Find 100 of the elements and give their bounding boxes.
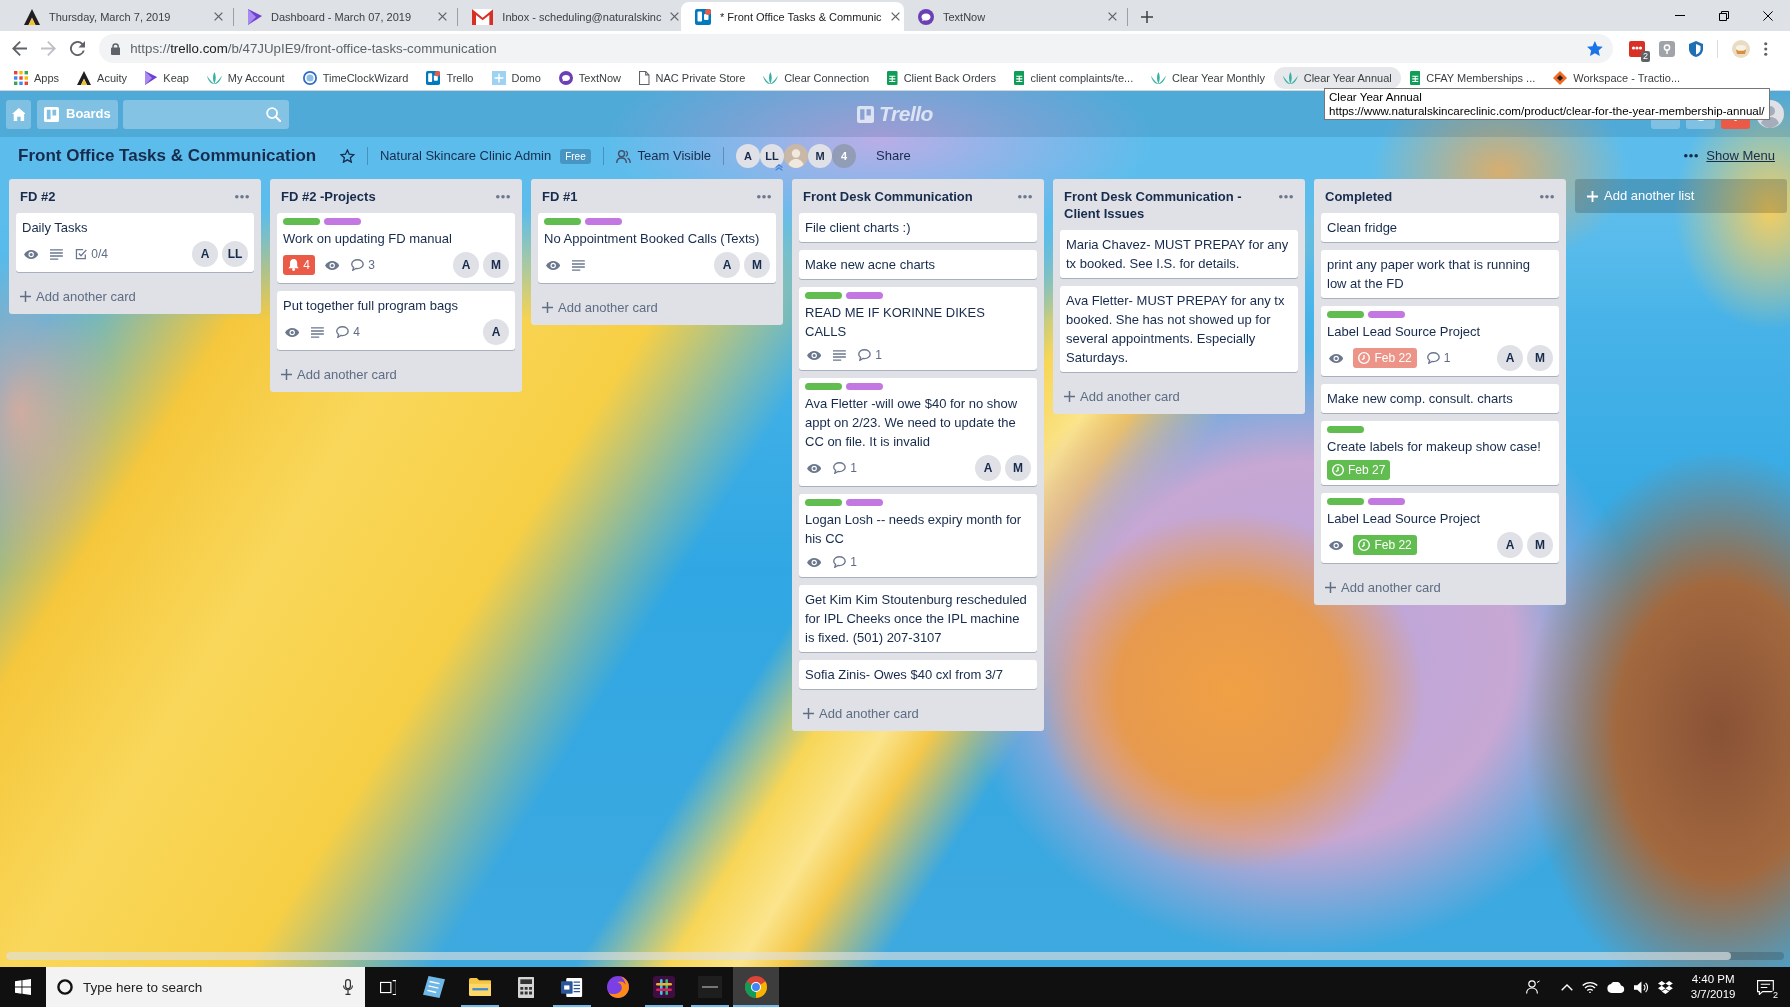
task-view-icon[interactable] xyxy=(379,979,397,995)
card[interactable]: Ava Fletter- MUST PREPAY for any tx booked. She has not showed up for several appointments. Especially Saturdays. xyxy=(1060,286,1298,372)
shield-icon[interactable] xyxy=(1689,40,1703,57)
bookmark-link[interactable]: client complaints/te... xyxy=(1005,67,1143,89)
bookmark-link[interactable]: TimeClockWizard xyxy=(293,67,418,89)
member-avatar[interactable]: LL xyxy=(760,144,785,168)
more-icon[interactable] xyxy=(496,195,510,199)
member-avatar[interactable]: M xyxy=(483,252,509,278)
taskbar-time[interactable]: 4:40 PM xyxy=(1682,972,1745,987)
member-avatar[interactable]: M xyxy=(808,144,833,168)
card[interactable]: Create labels for makeup show case! Feb 27 xyxy=(1321,421,1559,485)
member-avatar[interactable]: A xyxy=(1497,345,1523,371)
member-avatar[interactable]: M xyxy=(1527,345,1553,371)
add-card-button[interactable]: Add another card xyxy=(538,291,776,325)
more-icon[interactable] xyxy=(1018,195,1032,199)
microphone-icon[interactable] xyxy=(343,979,353,995)
card[interactable]: print any paper work that is running low at the FD xyxy=(1321,250,1559,298)
diamond-pattern-icon[interactable] xyxy=(1658,980,1674,994)
member-avatar[interactable]: A xyxy=(714,252,740,278)
more-icon[interactable] xyxy=(1279,195,1293,199)
back-arrow-icon[interactable] xyxy=(12,41,27,56)
member-avatar[interactable]: A xyxy=(1497,532,1523,558)
menu-icon[interactable] xyxy=(1764,41,1768,56)
bookmark-link[interactable]: Client Back Orders xyxy=(878,67,1005,89)
bookmark-link[interactable]: Domo xyxy=(482,67,550,89)
bookmark-link[interactable]: Clear Connection xyxy=(754,67,879,89)
bookmark-link[interactable]: Acuity xyxy=(68,67,137,89)
card[interactable]: Get Kim Kim Stoutenburg rescheduled for IPL Cheeks once the IPL machine is fixed. (501) 207-3107 xyxy=(799,585,1037,652)
bookmark-link[interactable]: Clear Year Annual xyxy=(1273,67,1401,89)
card[interactable]: Clean fridge xyxy=(1321,213,1559,242)
bookmark-link[interactable]: My Account xyxy=(198,67,294,89)
member-avatar[interactable]: M xyxy=(1005,455,1031,481)
taskbar-app-button[interactable] xyxy=(733,967,779,1007)
dots-tile-icon[interactable] xyxy=(1629,40,1645,57)
visibility-button[interactable]: Team Visible xyxy=(615,146,712,166)
bookmark-link[interactable]: Apps xyxy=(5,67,69,89)
bookmark-link[interactable]: TextNow xyxy=(549,67,631,89)
bookmark-link[interactable]: Workspace - Tractio... xyxy=(1544,67,1690,89)
bookmark-link[interactable]: Trello xyxy=(417,67,483,89)
card[interactable]: Make new comp. consult. charts xyxy=(1321,384,1559,413)
more-icon[interactable] xyxy=(1540,195,1554,199)
member-avatar[interactable]: M xyxy=(1527,532,1553,558)
card[interactable]: Label Lead Source Project Feb 22 A M xyxy=(1321,493,1559,563)
search-input[interactable]: Type here to search xyxy=(83,976,333,998)
browser-tab[interactable]: * Front Office Tasks & Communic xyxy=(681,2,904,31)
bookmark-link[interactable]: Clear Year Monthly xyxy=(1142,67,1274,89)
member-avatar[interactable]: A xyxy=(736,144,761,168)
close-icon[interactable] xyxy=(1763,10,1773,21)
home-button[interactable] xyxy=(6,99,31,129)
card[interactable]: READ ME IF KORINNE DIKES CALLS 1 xyxy=(799,287,1037,370)
browser-tab[interactable]: Thursday, March 7, 2019 xyxy=(10,2,233,31)
windows-logo-icon[interactable] xyxy=(15,979,31,995)
add-card-button[interactable]: Add another card xyxy=(799,697,1037,731)
member-avatar[interactable]: M xyxy=(744,252,770,278)
reload-icon[interactable] xyxy=(70,41,85,56)
plus-icon[interactable] xyxy=(1141,10,1153,23)
board-title[interactable]: Front Office Tasks & Communication xyxy=(18,143,317,169)
star-icon[interactable] xyxy=(1587,41,1603,56)
speech-bubble-icon[interactable] xyxy=(1757,979,1774,995)
add-card-button[interactable]: Add another card xyxy=(277,358,515,392)
address-field[interactable]: https://trello.com/b/47JUpIE9/front-office-tasks-communication xyxy=(99,34,1613,63)
browser-tab[interactable]: TextNow xyxy=(904,2,1127,31)
card[interactable]: Daily Tasks 0/4 A LL xyxy=(16,213,254,272)
card[interactable]: Ava Fletter -will owe $40 for no show appt on 2/23. We need to update the CC on file. It is invalid 1 A M xyxy=(799,378,1037,486)
member-avatar[interactable]: A xyxy=(483,319,509,345)
team-link[interactable]: Natural Skincare Clinic Admin xyxy=(379,146,552,166)
show-menu-link[interactable]: Show Menu xyxy=(1706,146,1775,166)
bookmark-link[interactable]: CFAY Memberships ... xyxy=(1400,67,1545,89)
card[interactable]: Work on updating FD manual 4 3 A M xyxy=(277,213,515,283)
bookmark-link[interactable]: Keap xyxy=(136,67,198,89)
bookmark-link[interactable]: NAC Private Store xyxy=(630,67,755,89)
cloud-icon[interactable] xyxy=(1607,981,1626,993)
more-icon[interactable] xyxy=(235,195,249,199)
keyhole-tile-icon[interactable] xyxy=(1659,40,1675,57)
card[interactable]: Put together full program bags 4 A xyxy=(277,291,515,350)
browser-tab[interactable]: Inbox - scheduling@naturalskinc xyxy=(458,2,681,31)
member-avatar[interactable]: A xyxy=(192,241,218,267)
taskbar-date[interactable]: 3/7/2019 xyxy=(1682,987,1745,1002)
share-button[interactable]: Share xyxy=(876,146,911,166)
add-card-button[interactable]: Add another card xyxy=(1321,571,1559,605)
caret-up-icon[interactable] xyxy=(1561,983,1574,991)
wifi-icon[interactable] xyxy=(1582,981,1599,993)
card[interactable]: Maria Chavez- MUST PREPAY for any tx booked. See I.S. for details. xyxy=(1060,230,1298,278)
member-avatar[interactable]: A xyxy=(453,252,479,278)
add-card-button[interactable]: Add another card xyxy=(16,280,254,314)
star-icon[interactable] xyxy=(340,149,355,163)
card[interactable]: No Appointment Booked Calls (Texts) A M xyxy=(538,213,776,283)
speaker-icon[interactable] xyxy=(1634,980,1650,994)
card[interactable]: Sofia Zinis- Owes $40 cxl from 3/7 xyxy=(799,660,1037,689)
round-avatar-icon[interactable] xyxy=(1732,39,1750,58)
restore-icon[interactable] xyxy=(1719,10,1729,21)
member-avatar[interactable]: LL xyxy=(222,241,248,267)
person-icon[interactable] xyxy=(1526,980,1541,994)
card[interactable]: Logan Losh -- needs expiry month for his CC 1 xyxy=(799,494,1037,577)
more-icon[interactable] xyxy=(1684,154,1699,158)
more-icon[interactable] xyxy=(757,195,771,199)
browser-tab[interactable]: Dashboard - March 07, 2019 xyxy=(234,2,457,31)
card[interactable]: Make new acne charts xyxy=(799,250,1037,279)
search-field[interactable] xyxy=(123,99,289,129)
card[interactable]: File client charts :) xyxy=(799,213,1037,242)
